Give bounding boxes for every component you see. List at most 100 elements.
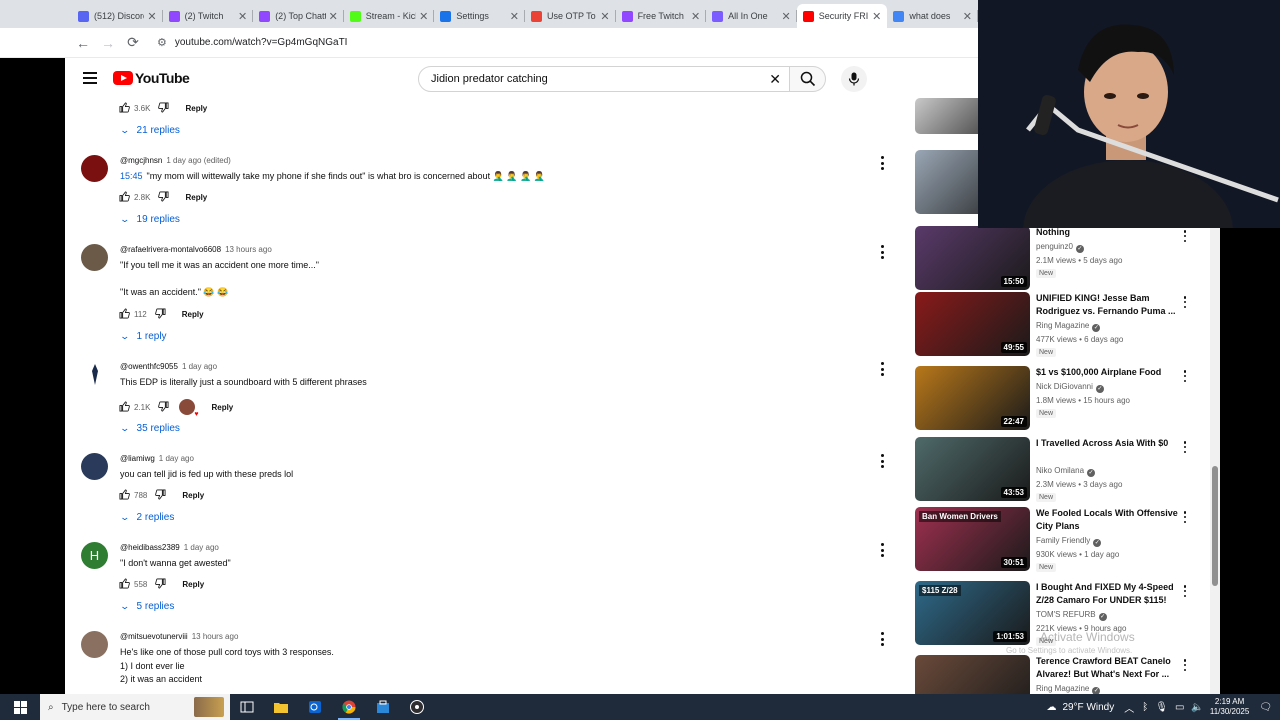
bluetooth-icon[interactable]: ᛒ (1142, 702, 1148, 713)
video-more-icon[interactable] (1183, 659, 1187, 671)
browser-tab[interactable]: All In One ✕ (706, 4, 797, 28)
outlook-icon[interactable] (298, 694, 332, 720)
comment-more-icon[interactable] (880, 543, 884, 557)
video-thumbnail[interactable]: $115 Z/28 1:01:53 (915, 581, 1030, 645)
commenter-avatar[interactable] (81, 155, 108, 182)
video-title[interactable]: I Travelled Across Asia With $0 (1036, 437, 1180, 450)
dislike-icon[interactable] (158, 102, 169, 115)
like-icon[interactable] (119, 578, 130, 591)
browser-tab[interactable]: Stream - Kick ✕ (344, 4, 435, 28)
dislike-icon[interactable] (155, 489, 166, 502)
browser-tab[interactable]: what does ✕ (887, 4, 978, 28)
scrollbar-thumb[interactable] (1212, 466, 1218, 586)
browser-tab[interactable]: (2) Twitch ✕ (163, 4, 254, 28)
channel-name[interactable]: penguinz0 ✓ (1036, 241, 1084, 253)
reply-button[interactable]: Reply (182, 491, 204, 500)
network-people-icon[interactable]: ☁ (1046, 702, 1056, 713)
address-bar[interactable]: ⚙ youtube.com/watch?v=Gp4mGqNGaTI (153, 32, 953, 54)
commenter-handle[interactable]: @liamiwg (120, 454, 155, 463)
commenter-avatar[interactable] (81, 361, 108, 388)
reply-button[interactable]: Reply (182, 310, 204, 319)
commenter-avatar[interactable] (81, 631, 108, 658)
video-title[interactable]: I Bought And FIXED My 4-Speed Z/28 Camar… (1036, 581, 1180, 607)
view-replies-button[interactable]: ⌄ 21 replies (119, 125, 179, 136)
video-more-icon[interactable] (1183, 370, 1187, 382)
like-icon[interactable] (119, 401, 130, 414)
view-replies-button[interactable]: ⌄ 1 reply (119, 331, 166, 342)
like-icon[interactable] (119, 308, 130, 321)
like-icon[interactable] (119, 102, 130, 115)
close-tab-icon[interactable]: ✕ (329, 10, 338, 23)
browser-tab[interactable]: Security FRI ✕ (796, 4, 888, 28)
voice-search-button[interactable] (841, 66, 867, 92)
comment-more-icon[interactable] (880, 454, 884, 468)
notifications-icon[interactable]: 🗨 (1259, 702, 1272, 713)
clock[interactable]: 2:19 AM 11/30/2025 (1210, 697, 1249, 717)
obs-icon[interactable] (400, 694, 434, 720)
channel-name[interactable]: Nick DiGiovanni ✓ (1036, 381, 1104, 393)
comment-more-icon[interactable] (880, 632, 884, 646)
menu-icon[interactable] (83, 72, 97, 84)
related-video[interactable]: 49:55 UNIFIED KING! Jesse Bam Rodriguez v… (915, 292, 1205, 360)
video-title[interactable]: We Fooled Locals With Offensive City Pla… (1036, 507, 1180, 533)
comment-more-icon[interactable] (880, 245, 884, 259)
video-more-icon[interactable] (1183, 511, 1187, 523)
close-tab-icon[interactable]: ✕ (510, 10, 519, 23)
dislike-icon[interactable] (158, 191, 169, 204)
dislike-icon[interactable] (158, 401, 169, 414)
video-title[interactable]: $1 vs $100,000 Airplane Food (1036, 366, 1180, 379)
close-tab-icon[interactable]: ✕ (963, 10, 972, 23)
view-replies-button[interactable]: ⌄ 19 replies (119, 214, 179, 225)
dislike-icon[interactable] (154, 308, 166, 321)
channel-name[interactable]: Ring Magazine ✓ (1036, 320, 1101, 332)
comment-time[interactable]: 13 hours ago (192, 632, 239, 641)
video-more-icon[interactable] (1183, 296, 1187, 308)
dislike-icon[interactable] (155, 578, 166, 591)
view-replies-button[interactable]: ⌄ 2 replies (119, 512, 174, 523)
browser-tab[interactable]: (512) Discord ✕ (72, 4, 163, 28)
comment-timestamp-link[interactable]: 15:45 (120, 171, 143, 181)
commenter-handle[interactable]: @mgcjhnsn (120, 156, 162, 165)
video-thumbnail[interactable]: 15:50 (915, 226, 1030, 290)
search-input[interactable]: Jidion predator catching ✕ (418, 66, 790, 92)
volume-icon[interactable]: 🔈 (1191, 702, 1203, 713)
reply-button[interactable]: Reply (185, 193, 207, 202)
comment-time[interactable]: 13 hours ago (225, 245, 272, 254)
clear-search-icon[interactable]: ✕ (769, 71, 781, 88)
close-tab-icon[interactable]: ✕ (419, 10, 428, 23)
chevron-up-icon[interactable]: ︿ (1124, 700, 1134, 715)
microphone-tray-icon[interactable]: 🎙 (1155, 702, 1168, 713)
file-explorer-icon[interactable] (264, 694, 298, 720)
close-tab-icon[interactable]: ✕ (691, 10, 700, 23)
store-icon[interactable] (366, 694, 400, 720)
reply-button[interactable]: Reply (211, 403, 233, 412)
channel-name[interactable]: Family Friendly ✓ (1036, 535, 1102, 547)
commenter-avatar[interactable] (81, 453, 108, 480)
view-replies-button[interactable]: ⌄ 35 replies (119, 423, 179, 434)
reload-icon[interactable]: ⟳ (122, 32, 144, 54)
comment-time[interactable]: 1 day ago (184, 543, 219, 552)
weather-text[interactable]: 29°F Windy (1062, 702, 1114, 713)
video-thumbnail[interactable] (915, 655, 1030, 694)
like-icon[interactable] (119, 489, 130, 502)
commenter-avatar[interactable] (81, 244, 108, 271)
commenter-handle[interactable]: @mitsuevotunerviii (120, 632, 188, 641)
comment-time[interactable]: 1 day ago (159, 454, 194, 463)
reply-button[interactable]: Reply (182, 580, 204, 589)
commenter-handle[interactable]: @rafaelrivera-montalvo6608 (120, 245, 221, 254)
comment-time[interactable]: 1 day ago (edited) (166, 156, 231, 165)
network-icon[interactable]: ▭ (1175, 702, 1184, 713)
view-replies-button[interactable]: ⌄ 5 replies (119, 601, 174, 612)
close-tab-icon[interactable]: ✕ (782, 10, 791, 23)
windows-start-button[interactable] (0, 694, 40, 720)
video-title[interactable]: UNIFIED KING! Jesse Bam Rodriguez vs. Fe… (1036, 292, 1180, 318)
search-button[interactable] (790, 66, 826, 92)
related-video[interactable]: 22:47 $1 vs $100,000 Airplane Food Nick Di… (915, 366, 1205, 434)
video-more-icon[interactable] (1183, 585, 1187, 597)
like-icon[interactable] (119, 191, 130, 204)
forward-icon[interactable]: → (97, 32, 119, 54)
reply-button[interactable]: Reply (185, 104, 207, 113)
video-thumbnail[interactable]: 43:53 (915, 437, 1030, 501)
video-more-icon[interactable] (1183, 230, 1187, 242)
close-tab-icon[interactable]: ✕ (238, 10, 247, 23)
